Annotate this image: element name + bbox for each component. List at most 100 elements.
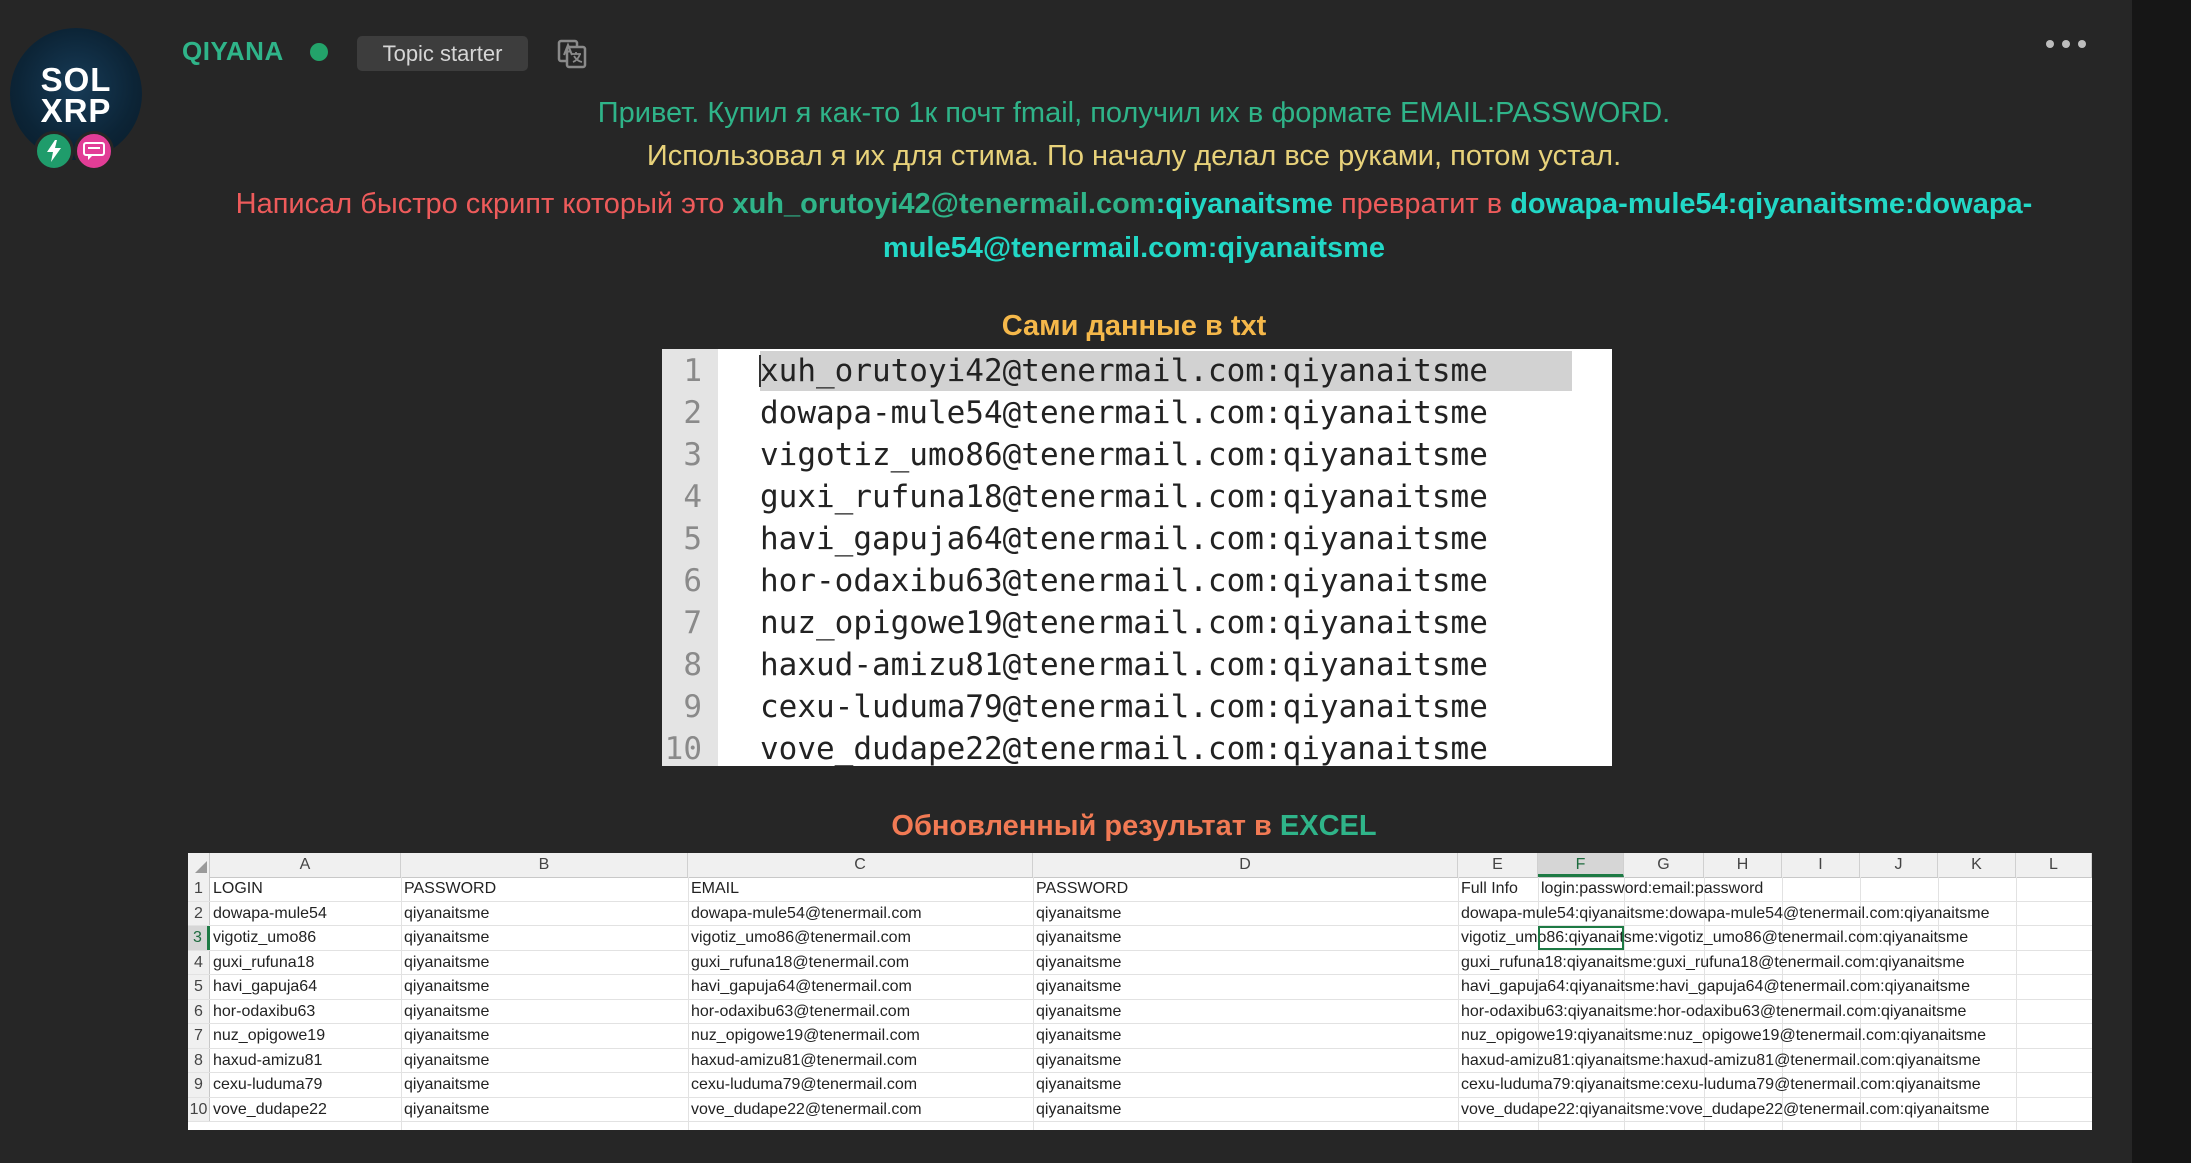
cell-login[interactable]: havi_gapuja64 [213,975,317,998]
avatar-text-line-1: SOL [40,61,112,98]
bolt-icon[interactable] [34,131,74,171]
row-number[interactable]: 3 [188,926,210,950]
cell-email[interactable]: vove_dudape22@tenermail.com [691,1098,922,1121]
header-cell-email[interactable]: EMAIL [691,877,739,900]
cell-password[interactable]: qiyanaitsme [404,1000,489,1023]
avatar-text-line-2: XRP [40,92,112,129]
column-header-l[interactable]: L [2016,853,2092,877]
line-text: dowapa-mule54@tenermail.com:qiyanaitsme [760,395,1488,431]
cell-full-info[interactable]: guxi_rufuna18:qiyanaitsme:guxi_rufuna18@… [1461,951,1965,974]
cell-password-2[interactable]: qiyanaitsme [1036,951,1121,974]
cell-password[interactable]: qiyanaitsme [404,951,489,974]
cell-email[interactable]: haxud-amizu81@tenermail.com [691,1049,917,1072]
cell-email[interactable]: havi_gapuja64@tenermail.com [691,975,912,998]
header-cell-password[interactable]: PASSWORD [404,877,496,900]
row-number[interactable]: 6 [188,999,210,1023]
line-number: 4 [683,479,702,515]
column-header-h[interactable]: H [1704,853,1782,877]
cell-password[interactable]: qiyanaitsme [404,926,489,949]
cell-password-2[interactable]: qiyanaitsme [1036,1073,1121,1096]
table-row: 2 dowapa-mule54 qiyanaitsme dowapa-mule54@t… [188,901,2092,926]
column-header-g[interactable]: G [1624,853,1704,877]
chat-bubble-icon[interactable] [74,131,114,171]
table-row: 5 havi_gapuja64 qiyanaitsme havi_gapuja64@t… [188,975,2092,1000]
username[interactable]: QIYANA [182,36,284,67]
cell-email[interactable]: hor-odaxibu63@tenermail.com [691,1000,910,1023]
column-header-c[interactable]: C [688,853,1033,877]
cell-password[interactable]: qiyanaitsme [404,975,489,998]
cell-login[interactable]: vove_dudape22 [213,1098,327,1121]
more-options-icon[interactable] [2046,34,2086,54]
row-number[interactable]: 5 [188,975,210,999]
line-text: vigotiz_umo86@tenermail.com:qiyanaitsme [760,437,1488,473]
cell-password[interactable]: qiyanaitsme [404,902,489,925]
line-number: 3 [683,437,702,473]
excel-heading-highlight: EXCEL [1279,810,1377,842]
cell-login[interactable]: dowapa-mule54 [213,902,327,925]
cell-password[interactable]: qiyanaitsme [404,1024,489,1047]
line-text: vove_dudape22@tenermail.com:qiyanaitsme [760,731,1488,767]
text-caret [759,355,761,387]
row-number[interactable]: 10 [188,1097,210,1121]
column-header-k[interactable]: K [1938,853,2016,877]
cell-email[interactable]: vigotiz_umo86@tenermail.com [691,926,911,949]
cell-password-2[interactable]: qiyanaitsme [1036,1024,1121,1047]
row-number[interactable]: 4 [188,950,210,974]
cell-password[interactable]: qiyanaitsme [404,1049,489,1072]
cell-email[interactable]: nuz_opigowe19@tenermail.com [691,1024,920,1047]
message-line-3-prefix: Написал быстро скрипт который это [235,188,733,220]
column-header-b[interactable]: B [401,853,688,877]
header-cell-login[interactable]: LOGIN [213,877,263,900]
cell-login[interactable]: haxud-amizu81 [213,1049,322,1072]
column-header-i[interactable]: I [1782,853,1860,877]
table-row: 7 nuz_opigowe19 qiyanaitsme nuz_opigowe19@t… [188,1024,2092,1049]
column-header-f[interactable]: F [1538,853,1624,877]
excel-section-heading: Обновленный результат в EXCEL [182,810,2086,843]
cell-password-2[interactable]: qiyanaitsme [1036,975,1121,998]
header-cell-password-2[interactable]: PASSWORD [1036,877,1128,900]
table-row: 10 vove_dudape22 qiyanaitsme vove_dudape22@… [188,1097,2092,1122]
cell-login[interactable]: cexu-luduma79 [213,1073,322,1096]
row-number[interactable]: 7 [188,1024,210,1048]
cell-password-2[interactable]: qiyanaitsme [1036,1098,1121,1121]
header-cell-full-info[interactable]: Full Info [1461,877,1518,900]
cell-password-2[interactable]: qiyanaitsme [1036,1000,1121,1023]
cell-login[interactable]: nuz_opigowe19 [213,1024,325,1047]
cell-full-info[interactable]: hor-odaxibu63:qiyanaitsme:hor-odaxibu63@… [1461,1000,1966,1023]
cell-email[interactable]: dowapa-mule54@tenermail.com [691,902,922,925]
cell-login[interactable]: hor-odaxibu63 [213,1000,315,1023]
row-number[interactable]: 8 [188,1048,210,1072]
txt-line: 6 hor-odaxibu63@tenermail.com:qiyanaitsme [662,560,1612,602]
cell-password[interactable]: qiyanaitsme [404,1098,489,1121]
txt-line: 7 nuz_opigowe19@tenermail.com:qiyanaitsme [662,602,1612,644]
row-number[interactable]: 2 [188,901,210,925]
txt-line: 3 vigotiz_umo86@tenermail.com:qiyanaitsme [662,434,1612,476]
column-header-a[interactable]: A [210,853,401,877]
cell-login[interactable]: vigotiz_umo86 [213,926,316,949]
column-header-j[interactable]: J [1860,853,1938,877]
cell-password[interactable]: qiyanaitsme [404,1073,489,1096]
cell-full-info[interactable]: havi_gapuja64:qiyanaitsme:havi_gapuja64@… [1461,975,1970,998]
cell-full-info[interactable]: haxud-amizu81:qiyanaitsme:haxud-amizu81@… [1461,1049,1981,1072]
cell-password-2[interactable]: qiyanaitsme [1036,1049,1121,1072]
line-number: 8 [683,647,702,683]
line-text: hor-odaxibu63@tenermail.com:qiyanaitsme [760,563,1488,599]
row-number[interactable]: 1 [188,877,210,901]
column-header-e[interactable]: E [1458,853,1538,877]
line-number: 7 [683,605,702,641]
excel-screenshot: ABCDEFGHIJKL 1 LOGIN PASSWORD EMAIL PASSWORD… [188,853,2092,1130]
cell-email[interactable]: cexu-luduma79@tenermail.com [691,1073,917,1096]
row-number[interactable]: 9 [188,1073,210,1097]
translate-icon[interactable] [556,38,588,70]
cell-email[interactable]: guxi_rufuna18@tenermail.com [691,951,909,974]
table-row: 1 LOGIN PASSWORD EMAIL PASSWORD Full Info logi… [188,877,2092,902]
cell-full-info[interactable]: cexu-luduma79:qiyanaitsme:cexu-luduma79@… [1461,1073,1981,1096]
cell-full-info[interactable]: vove_dudape22:qiyanaitsme:vove_dudape22@… [1461,1098,1990,1121]
header-cell-format[interactable]: login:password:email:password [1541,877,1763,900]
column-header-d[interactable]: D [1033,853,1458,877]
cell-full-info[interactable]: nuz_opigowe19:qiyanaitsme:nuz_opigowe19@… [1461,1024,1986,1047]
cell-login[interactable]: guxi_rufuna18 [213,951,314,974]
cell-full-info[interactable]: dowapa-mule54:qiyanaitsme:dowapa-mule54@… [1461,902,1990,925]
cell-password-2[interactable]: qiyanaitsme [1036,926,1121,949]
cell-password-2[interactable]: qiyanaitsme [1036,902,1121,925]
